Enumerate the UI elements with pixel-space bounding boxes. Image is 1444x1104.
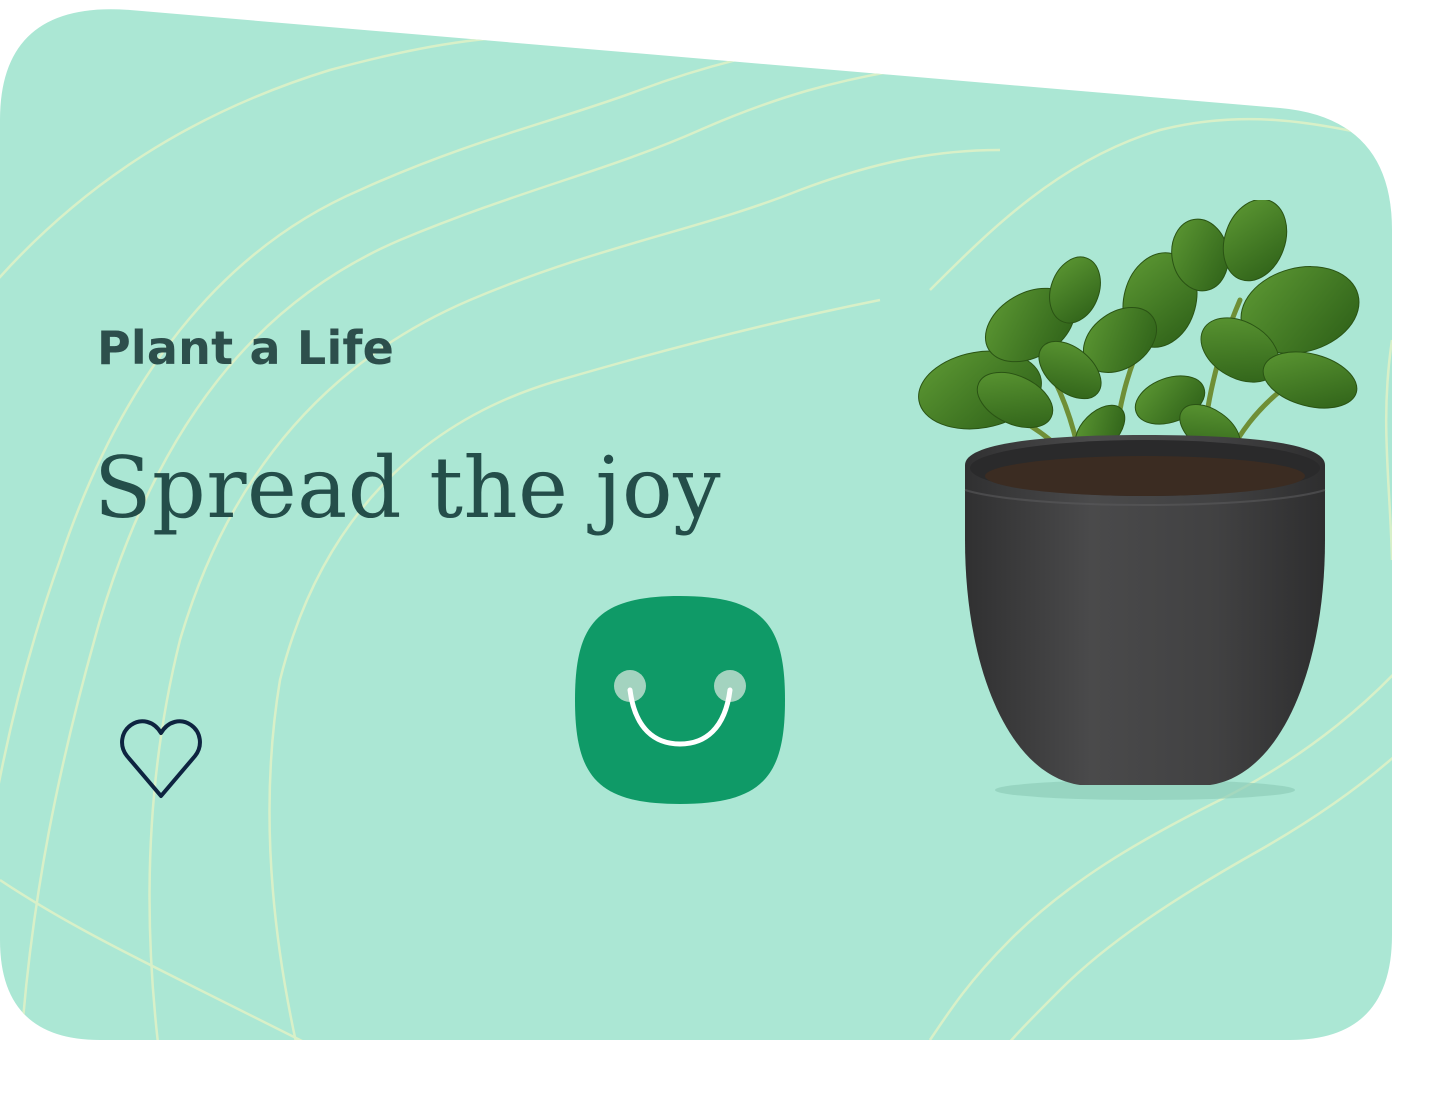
favorite-button[interactable]: [115, 713, 207, 805]
add-to-cart-button[interactable]: [573, 594, 787, 806]
headline-title: Spread the joy: [94, 439, 722, 537]
heart-outline-icon: [120, 719, 202, 798]
potted-plant-image: [918, 200, 1360, 800]
smiling-bag-icon: [575, 596, 785, 804]
promo-card-stage: Plant a Life Spread the joy: [0, 0, 1444, 1104]
eyebrow-label: Plant a Life: [97, 321, 395, 375]
